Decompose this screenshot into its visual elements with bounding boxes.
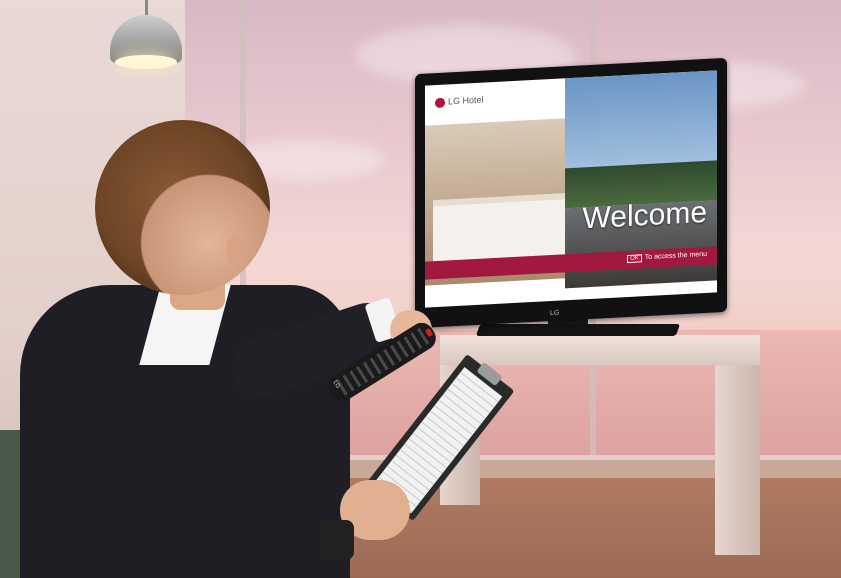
tv-screen: LG Hotel Welcome OK To access the menu: [425, 70, 717, 308]
tv-base: [475, 324, 681, 336]
hotel-room-photo: LG Hotel Welcome OK To access the menu LG…: [0, 0, 841, 578]
man-ear: [226, 235, 244, 265]
hotel-logo-text: LG Hotel: [448, 94, 484, 107]
lamp-light: [115, 55, 177, 69]
tv-brand-label: LG: [550, 309, 560, 318]
wristwatch: [320, 520, 354, 560]
power-button-icon: [424, 327, 434, 338]
tv-stand-leg: [715, 365, 760, 555]
man-head: [95, 120, 270, 295]
tv-stand-top: [440, 335, 760, 365]
lg-logo-icon: [435, 97, 445, 108]
hotel-logo: LG Hotel: [435, 95, 484, 108]
welcome-text: Welcome: [582, 195, 707, 236]
ok-key-icon: OK: [627, 254, 642, 264]
television: LG Hotel Welcome OK To access the menu LG: [415, 57, 727, 329]
